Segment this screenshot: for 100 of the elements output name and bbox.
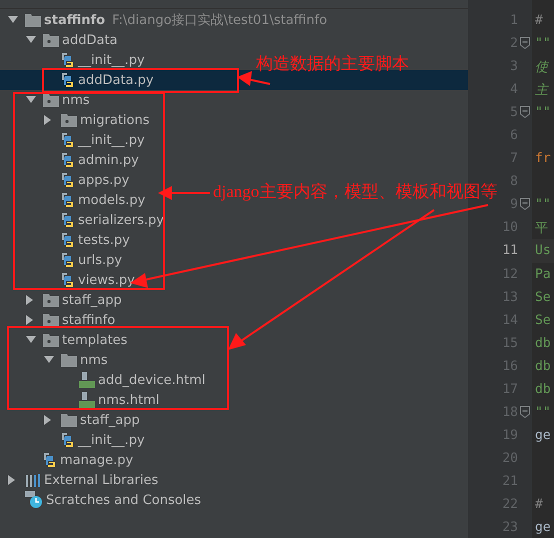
item-label: External Libraries (44, 472, 158, 488)
folder-icon (61, 413, 77, 427)
fold-marker-icon[interactable] (520, 198, 530, 210)
code-text: ge (535, 520, 551, 536)
item-label: __init__.py (78, 52, 145, 68)
tree-item[interactable]: templates (0, 330, 128, 350)
item-label: migrations (80, 112, 150, 128)
tree-item[interactable]: nms.html (0, 390, 160, 410)
code-text: ge (535, 428, 551, 443)
python-file-icon (61, 212, 75, 228)
item-label: models.py (78, 192, 146, 208)
code-text: db (535, 382, 551, 397)
expand-arrow-icon[interactable] (26, 315, 34, 325)
python-file-icon (61, 132, 75, 148)
code-text: # (535, 13, 543, 28)
python-file-icon (61, 152, 75, 168)
python-file-icon (43, 452, 57, 468)
code-text: Pa (535, 266, 551, 282)
package-folder-icon (43, 93, 59, 107)
tree-item[interactable]: migrations (0, 110, 150, 130)
tree-item[interactable]: __init__.py (0, 430, 145, 450)
item-label: addData (62, 32, 118, 48)
item-label: __init__.py (78, 432, 145, 448)
code-text: "" (535, 404, 551, 420)
tree-item[interactable]: staffinfo F:\diango接口实战\test01\staffinfo (0, 10, 328, 30)
package-folder-icon (43, 313, 59, 327)
tree-item[interactable]: apps.py (0, 170, 130, 190)
code-text: "" (535, 36, 551, 52)
expand-arrow-icon[interactable] (44, 115, 52, 125)
code-text: 主 (535, 82, 548, 99)
folder-icon (25, 13, 41, 27)
tree-item[interactable]: views.py (0, 270, 135, 290)
tree-item[interactable]: urls.py (0, 250, 122, 270)
tree-item[interactable]: nms (0, 90, 90, 110)
tree-item[interactable]: addData (0, 30, 118, 50)
python-file-icon (61, 272, 75, 288)
code-text: 使 (535, 58, 548, 76)
tree-item[interactable]: External Libraries (0, 470, 158, 490)
tree-item[interactable]: __init__.py (0, 130, 145, 150)
package-folder-icon (43, 293, 59, 307)
tree-item[interactable]: staffinfo (0, 310, 116, 330)
item-label: nms (80, 352, 108, 368)
collapse-arrow-icon[interactable] (44, 356, 54, 364)
item-label: add_device.html (98, 372, 206, 388)
tree-item[interactable]: staff_app (0, 290, 122, 310)
line-number: 11 (502, 243, 518, 258)
fold-marker-icon[interactable] (520, 406, 530, 418)
collapse-arrow-icon[interactable] (8, 16, 18, 24)
item-label: Scratches and Consoles (46, 492, 202, 508)
tree-item[interactable]: __init__.py (0, 50, 145, 70)
scratches-icon (25, 491, 43, 509)
item-label: __init__.py (78, 132, 145, 148)
item-path: F:\diango接口实战\test01\staffinfo (112, 12, 328, 29)
code-text: Se (535, 312, 551, 328)
item-label: staff_app (80, 412, 140, 428)
tree-item[interactable]: manage.py (0, 450, 134, 470)
tree-item[interactable]: admin.py (0, 150, 139, 170)
python-file-icon (61, 192, 75, 208)
python-file-icon (61, 432, 75, 448)
code-text: # (535, 497, 543, 512)
python-file-icon (61, 252, 75, 268)
fold-marker-icon[interactable] (520, 106, 530, 118)
item-label: addData.py (78, 72, 154, 88)
python-file-icon (61, 52, 75, 68)
code-text: "" (535, 105, 551, 120)
item-label: staff_app (62, 292, 122, 308)
expand-arrow-icon[interactable] (8, 475, 16, 485)
libraries-icon (25, 473, 41, 487)
html-file-icon (79, 392, 95, 408)
item-label: admin.py (78, 152, 139, 168)
item-label: apps.py (78, 172, 130, 188)
collapse-arrow-icon[interactable] (26, 36, 36, 44)
package-folder-icon (43, 33, 59, 47)
item-label: staffinfo (62, 312, 116, 328)
python-file-icon (61, 72, 75, 88)
expand-arrow-icon[interactable] (26, 295, 34, 305)
expand-arrow-icon[interactable] (44, 415, 52, 425)
item-label: nms.html (98, 392, 160, 408)
tree-item[interactable]: nms (0, 350, 108, 370)
package-folder-icon (61, 113, 77, 127)
code-text: "" (535, 197, 551, 212)
tree-item[interactable]: Scratches and Consoles (0, 490, 202, 510)
item-label: templates (62, 332, 128, 348)
tree-item[interactable]: serializers.py (0, 210, 164, 230)
tree-item[interactable]: tests.py (0, 230, 130, 250)
item-label: staffinfo (44, 12, 106, 28)
code-text: fr (535, 151, 551, 166)
tree-item[interactable]: add_device.html (0, 370, 206, 390)
collapse-arrow-icon[interactable] (26, 96, 36, 104)
item-label: serializers.py (78, 212, 164, 228)
tree-item[interactable]: addData.py (0, 70, 468, 90)
code-text: db (535, 358, 551, 374)
item-label: tests.py (78, 232, 130, 248)
code-text: 平 (535, 220, 548, 237)
html-file-icon (79, 372, 95, 388)
code-text: db (535, 336, 551, 351)
fold-marker-icon[interactable] (520, 37, 530, 50)
tree-item[interactable]: staff_app (0, 410, 140, 430)
collapse-arrow-icon[interactable] (26, 336, 36, 344)
tree-item[interactable]: models.py (0, 190, 146, 210)
